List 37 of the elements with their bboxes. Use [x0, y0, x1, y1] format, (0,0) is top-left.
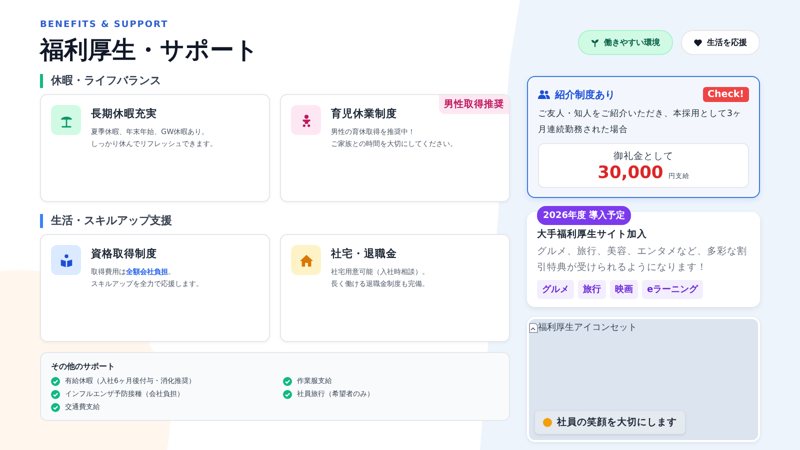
card-title: 社宅・退職金: [331, 247, 398, 261]
tag-chip[interactable]: 働きやすい環境: [578, 30, 673, 55]
referral-title: 紹介制度あり: [555, 88, 615, 102]
plan-title: 大手福利厚生サイト加入: [537, 228, 648, 241]
plan-badge: 2026年度 導入予定: [537, 206, 632, 225]
caption-text: 社員の笑顔を大切にします: [557, 416, 677, 429]
card-title: 育児休業制度: [331, 107, 398, 121]
page-title: 福利厚生・サポート: [40, 35, 260, 66]
heart-icon: [694, 38, 702, 46]
recommend-badge: 男性取得推奨: [439, 95, 509, 114]
referral-text: ご友人・知人をご紹介いただき、本採用として3ヶ月連続勤務された場合: [538, 108, 742, 137]
reader-icon: [51, 245, 81, 275]
check-icon: [51, 390, 60, 398]
section-heading: 休暇・ライフバランス: [40, 74, 510, 88]
card-title: 長期休暇充実: [91, 107, 158, 121]
reward-amount: 30,000: [598, 163, 664, 183]
tag-chip[interactable]: 生活を応援: [681, 30, 760, 55]
image-alt-text: 福利厚生アイコンセット: [538, 322, 637, 334]
check-icon: [283, 376, 292, 386]
house-icon: [291, 245, 321, 275]
reward-label: 御礼金として: [612, 150, 674, 163]
card-title: 資格取得制度: [91, 247, 158, 261]
category-tag: 映画: [610, 280, 638, 299]
category-tag: eラーニング: [642, 280, 704, 299]
sprout-icon: [591, 38, 599, 46]
check-icon: [51, 376, 60, 386]
baby-icon: [291, 105, 321, 135]
check-icon: [51, 402, 60, 412]
check-icon: [283, 390, 292, 398]
category-tag: 旅行: [578, 280, 606, 299]
eyebrow-label: BENEFITS & SUPPORT: [40, 20, 170, 30]
panel-title: その他のサポート: [51, 361, 116, 372]
check-badge: Check!: [702, 87, 749, 102]
section-heading: 生活・スキルアップ支援: [40, 214, 510, 228]
people-icon: [538, 90, 550, 99]
category-tag: グルメ: [537, 280, 574, 299]
plan-text: グルメ、旅行、美容、エンタメなど、多彩な割引特典が受けられるようになります！: [537, 245, 748, 275]
